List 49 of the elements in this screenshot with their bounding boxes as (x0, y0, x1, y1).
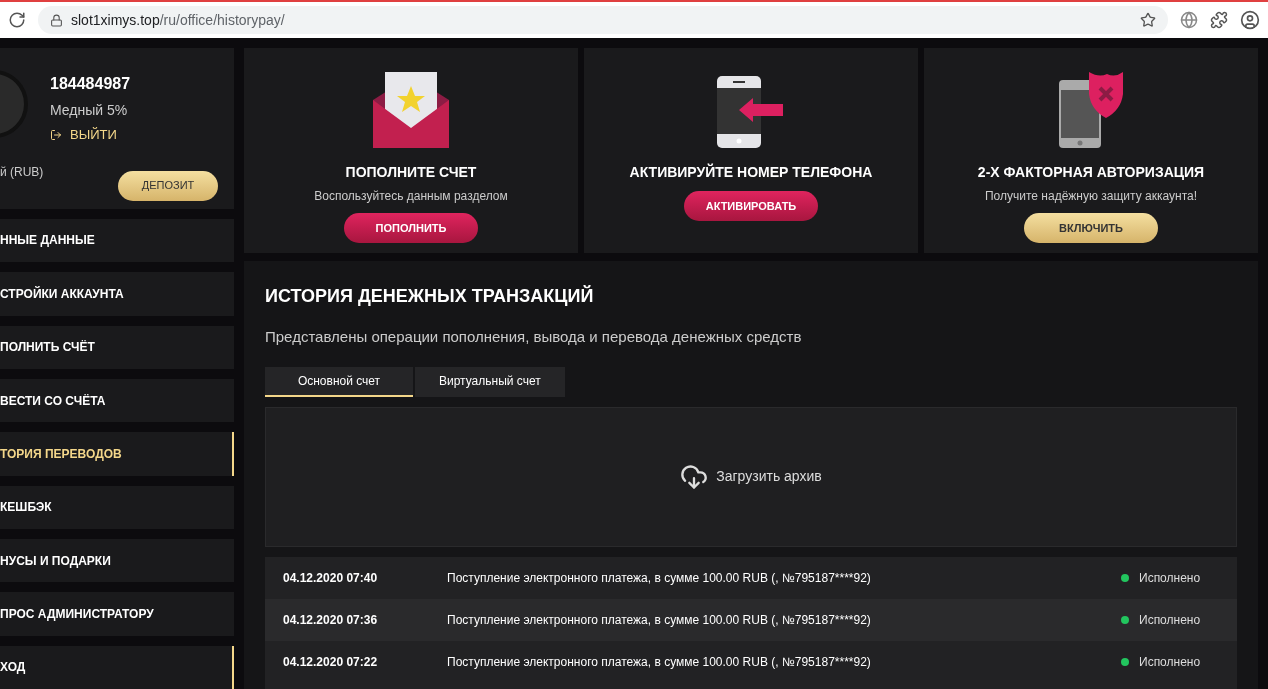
promo-button[interactable]: ПОПОЛНИТЬ (344, 213, 478, 243)
transaction-description: Поступление электронного платежа, в сумме 100.00 RUB (, №795187****92) (447, 611, 872, 629)
envelope-star-icon (373, 72, 449, 148)
sidebar-item[interactable]: СТРОЙКИ АККАУНТА (0, 272, 234, 316)
phone-arrow-icon (717, 76, 785, 148)
sidebar-item[interactable]: ПРОС АДМИНИСТРАТОРУ (0, 592, 234, 636)
sidebar-item[interactable]: ВЕСТИ СО СЧЁТА (0, 378, 234, 423)
phone-shield-icon (1059, 72, 1123, 148)
user-level: Медный 5% (50, 101, 129, 120)
transaction-description: Поступление электронного платежа, в сумме 100.00 RUB (, №795187****92) (447, 569, 872, 587)
promo-title: ПОПОЛНИТЕ СЧЕТ (345, 163, 477, 182)
globe-icon[interactable] (1180, 11, 1198, 29)
transaction-date: 04.12.2020 07:22 (283, 653, 379, 671)
sidebar-item[interactable]: НУСЫ И ПОДАРКИ (0, 538, 234, 583)
promo-title: АКТИВИРУЙТЕ НОМЕР ТЕЛЕФОНА (629, 162, 873, 182)
transaction-date: 04.12.2020 07:40 (283, 569, 379, 587)
sidebar-item[interactable]: КЕШБЭК (0, 485, 234, 529)
download-archive-button[interactable]: Загрузить архив (680, 462, 822, 491)
url-text: slot1ximys.top/ru/office/historypay/ (71, 10, 285, 30)
extensions-icon[interactable] (1210, 11, 1228, 29)
transaction-status: Исполнено (1139, 653, 1202, 671)
sidebar-item[interactable]: ННЫЕ ДАННЫЕ (0, 218, 234, 263)
logout-icon (50, 128, 62, 141)
profile-icon[interactable] (1240, 10, 1260, 30)
history-title: ИСТОРИЯ ДЕНЕЖНЫХ ТРАНЗАКЦИЙ (265, 284, 595, 308)
lock-icon (50, 13, 63, 27)
promo-button[interactable]: АКТИВИРОВАТЬ (684, 191, 818, 221)
transaction-description: Поступление электронного платежа, в сумме 100.00 RUB (, №795187****92) (447, 653, 872, 671)
promo-subtitle: Воспользуйтесь данным разделом (314, 188, 508, 205)
bookmark-star-icon[interactable] (1140, 12, 1156, 28)
cloud-download-icon (680, 462, 709, 491)
transaction-status: Исполнено (1139, 569, 1202, 587)
transaction-status: Исполнено (1139, 611, 1202, 629)
sidebar-item[interactable]: ХОД (0, 645, 234, 689)
deposit-button[interactable]: ДЕПОЗИТ (118, 170, 218, 201)
address-bar[interactable]: slot1ximys.top/ru/office/historypay/ (38, 6, 1168, 34)
balance-label: й (RUB) (0, 163, 44, 181)
transaction-date: 04.12.2020 07:36 (283, 611, 379, 629)
sidebar-item[interactable]: ТОРИЯ ПЕРЕВОДОВ (0, 432, 234, 476)
user-id: 184484987 (50, 74, 132, 94)
promo-button[interactable]: ВКЛЮЧИТЬ (1024, 213, 1158, 243)
history-subtitle: Представлены операции пополнения, вывода и перевода денежных средств (265, 327, 803, 347)
promo-title: 2-Х ФАКТОРНАЯ АВТОРИЗАЦИЯ (977, 163, 1205, 182)
reload-icon[interactable] (8, 11, 26, 29)
sidebar-item[interactable]: ПОЛНИТЬ СЧЁТ (0, 325, 234, 369)
logout-link[interactable]: ВЫЙТИ (50, 125, 234, 145)
account-tab[interactable]: Виртуальный счет (415, 366, 565, 397)
account-tab[interactable]: Основной счет (265, 366, 413, 397)
promo-subtitle: Получите надёжную защиту аккаунта! (985, 188, 1197, 205)
